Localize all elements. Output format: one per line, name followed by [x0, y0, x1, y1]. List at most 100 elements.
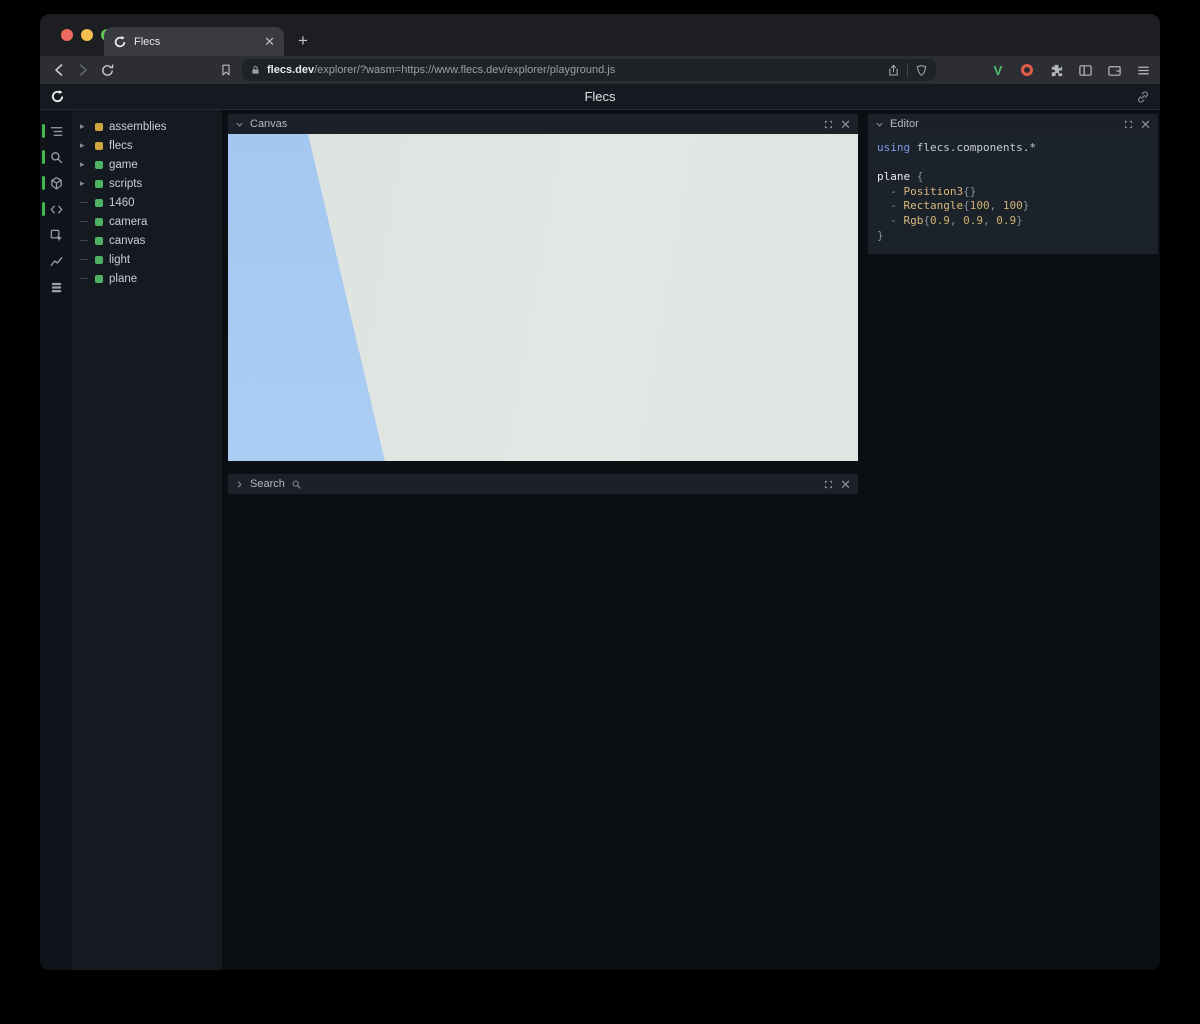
canvas-panel-header[interactable]: Canvas ✕: [228, 114, 858, 134]
url-path: /explorer/?wasm=https://www.flecs.dev/ex…: [314, 64, 615, 76]
menu-hamburger-icon[interactable]: [1134, 61, 1152, 79]
rail-search-icon[interactable]: [40, 144, 72, 170]
expand-chevron-icon[interactable]: ▸: [80, 141, 89, 150]
new-tab-button[interactable]: +: [292, 30, 314, 52]
editor-panel-title: Editor: [890, 118, 919, 130]
search-panel-header[interactable]: Search ✕: [228, 474, 858, 494]
expand-chevron-icon[interactable]: ▸: [80, 122, 89, 131]
entity-color-square: [95, 180, 103, 188]
entity-label: game: [109, 159, 138, 171]
search-panel: Search ✕: [228, 474, 858, 494]
extension-v-icon[interactable]: V: [989, 61, 1007, 79]
code-line: - Rgb{0.9, 0.9, 0.9}: [877, 214, 1149, 229]
reload-button[interactable]: [95, 58, 119, 82]
code-line: - Position3{}: [877, 185, 1149, 200]
code-line: [877, 156, 1149, 171]
bookmark-icon[interactable]: [214, 58, 238, 82]
extension-red-icon[interactable]: [1018, 61, 1036, 79]
extensions-puzzle-icon[interactable]: [1047, 61, 1065, 79]
forward-button[interactable]: [71, 58, 95, 82]
icon-rail: [40, 110, 72, 970]
tab-strip: Flecs ✕ +: [40, 14, 1160, 56]
entity-color-square: [95, 123, 103, 131]
browser-toolbar: flecs.dev/explorer/?wasm=https://www.fle…: [40, 56, 1160, 84]
app-body: ▸ assemblies ▸ flecs ▸ game ▸ scripts 1460 camera…: [40, 110, 1160, 970]
rail-stats-icon[interactable]: [40, 274, 72, 300]
expand-chevron-icon[interactable]: ▸: [80, 179, 89, 188]
canvas-3d-viewport[interactable]: [228, 134, 858, 461]
close-icon[interactable]: ✕: [840, 118, 851, 131]
code-line: plane {: [877, 170, 1149, 185]
close-icon[interactable]: ✕: [1140, 118, 1151, 131]
close-window-button[interactable]: [61, 29, 73, 41]
editor-code[interactable]: using flecs.components.* plane { - Posit…: [868, 134, 1158, 254]
entity-color-square: [95, 161, 103, 169]
chevron-down-icon[interactable]: [235, 120, 244, 129]
canvas-sky-region: [228, 134, 858, 461]
rail-inspector-icon[interactable]: [40, 222, 72, 248]
browser-tab[interactable]: Flecs ✕: [104, 27, 284, 56]
canvas-panel-title: Canvas: [250, 118, 287, 130]
minimize-window-button[interactable]: [81, 29, 93, 41]
sidebar-toggle-icon[interactable]: [1076, 61, 1094, 79]
address-bar[interactable]: flecs.dev/explorer/?wasm=https://www.fle…: [242, 59, 936, 81]
rail-cube-icon[interactable]: [40, 170, 72, 196]
entity-color-square: [95, 218, 103, 226]
tree-item-flecs[interactable]: ▸ flecs: [72, 136, 222, 155]
tab-title: Flecs: [134, 36, 257, 48]
rail-tree-icon[interactable]: [40, 118, 72, 144]
entity-color-square: [95, 275, 103, 283]
tree-item-light[interactable]: light: [72, 250, 222, 269]
entity-label: camera: [109, 216, 147, 228]
share-icon[interactable]: [887, 64, 900, 77]
canvas-panel: Canvas ✕: [228, 114, 858, 461]
close-icon[interactable]: ✕: [840, 478, 851, 491]
search-panel-title: Search: [250, 478, 285, 490]
address-bar-actions: [887, 63, 928, 77]
entity-color-square: [95, 237, 103, 245]
entity-label: 1460: [109, 197, 135, 209]
share-link-icon[interactable]: [1136, 90, 1150, 104]
editor-panel: Editor ✕ using flecs.components.* plane …: [868, 114, 1158, 254]
fullscreen-icon[interactable]: [1123, 119, 1134, 130]
divider: [907, 63, 908, 77]
app-header: Flecs: [40, 84, 1160, 110]
back-button[interactable]: [47, 58, 71, 82]
code-line: using flecs.components.*: [877, 141, 1149, 156]
wallet-icon[interactable]: [1105, 61, 1123, 79]
extensions-cluster: V: [989, 56, 1152, 84]
tree-item-canvas[interactable]: canvas: [72, 231, 222, 250]
entity-label: flecs: [109, 140, 133, 152]
rail-chart-icon[interactable]: [40, 248, 72, 274]
tree-item-game[interactable]: ▸ game: [72, 155, 222, 174]
tab-close-icon[interactable]: ✕: [264, 35, 275, 48]
flecs-explorer-app: Flecs: [40, 84, 1160, 970]
entity-color-square: [95, 256, 103, 264]
entity-label: canvas: [109, 235, 145, 247]
url-text: flecs.dev/explorer/?wasm=https://www.fle…: [267, 64, 881, 76]
chevron-down-icon[interactable]: [875, 120, 884, 129]
browser-window: Flecs ✕ + flecs.dev/explorer/?wasm=https…: [40, 14, 1160, 970]
main-area: Canvas ✕: [222, 110, 1160, 970]
code-line: }: [877, 229, 1149, 244]
expand-chevron-icon[interactable]: ▸: [80, 160, 89, 169]
entity-tree: ▸ assemblies ▸ flecs ▸ game ▸ scripts 1460 camera…: [72, 110, 222, 970]
fullscreen-icon[interactable]: [823, 479, 834, 490]
rail-code-icon[interactable]: [40, 196, 72, 222]
entity-label: scripts: [109, 178, 142, 190]
fullscreen-icon[interactable]: [823, 119, 834, 130]
chevron-right-icon[interactable]: [235, 480, 244, 489]
search-magnifier-icon: [291, 479, 302, 490]
tree-item-plane[interactable]: plane: [72, 269, 222, 288]
editor-panel-header[interactable]: Editor ✕: [868, 114, 1158, 134]
entity-label: light: [109, 254, 130, 266]
tree-item-assemblies[interactable]: ▸ assemblies: [72, 117, 222, 136]
entity-label: assemblies: [109, 121, 167, 133]
tree-item-scripts[interactable]: ▸ scripts: [72, 174, 222, 193]
tree-item-1460[interactable]: 1460: [72, 193, 222, 212]
brave-shield-icon[interactable]: [915, 64, 928, 77]
tab-favicon-flecs-logo-icon: [113, 35, 127, 49]
tree-item-camera[interactable]: camera: [72, 212, 222, 231]
entity-label: plane: [109, 273, 137, 285]
app-title: Flecs: [40, 89, 1160, 104]
